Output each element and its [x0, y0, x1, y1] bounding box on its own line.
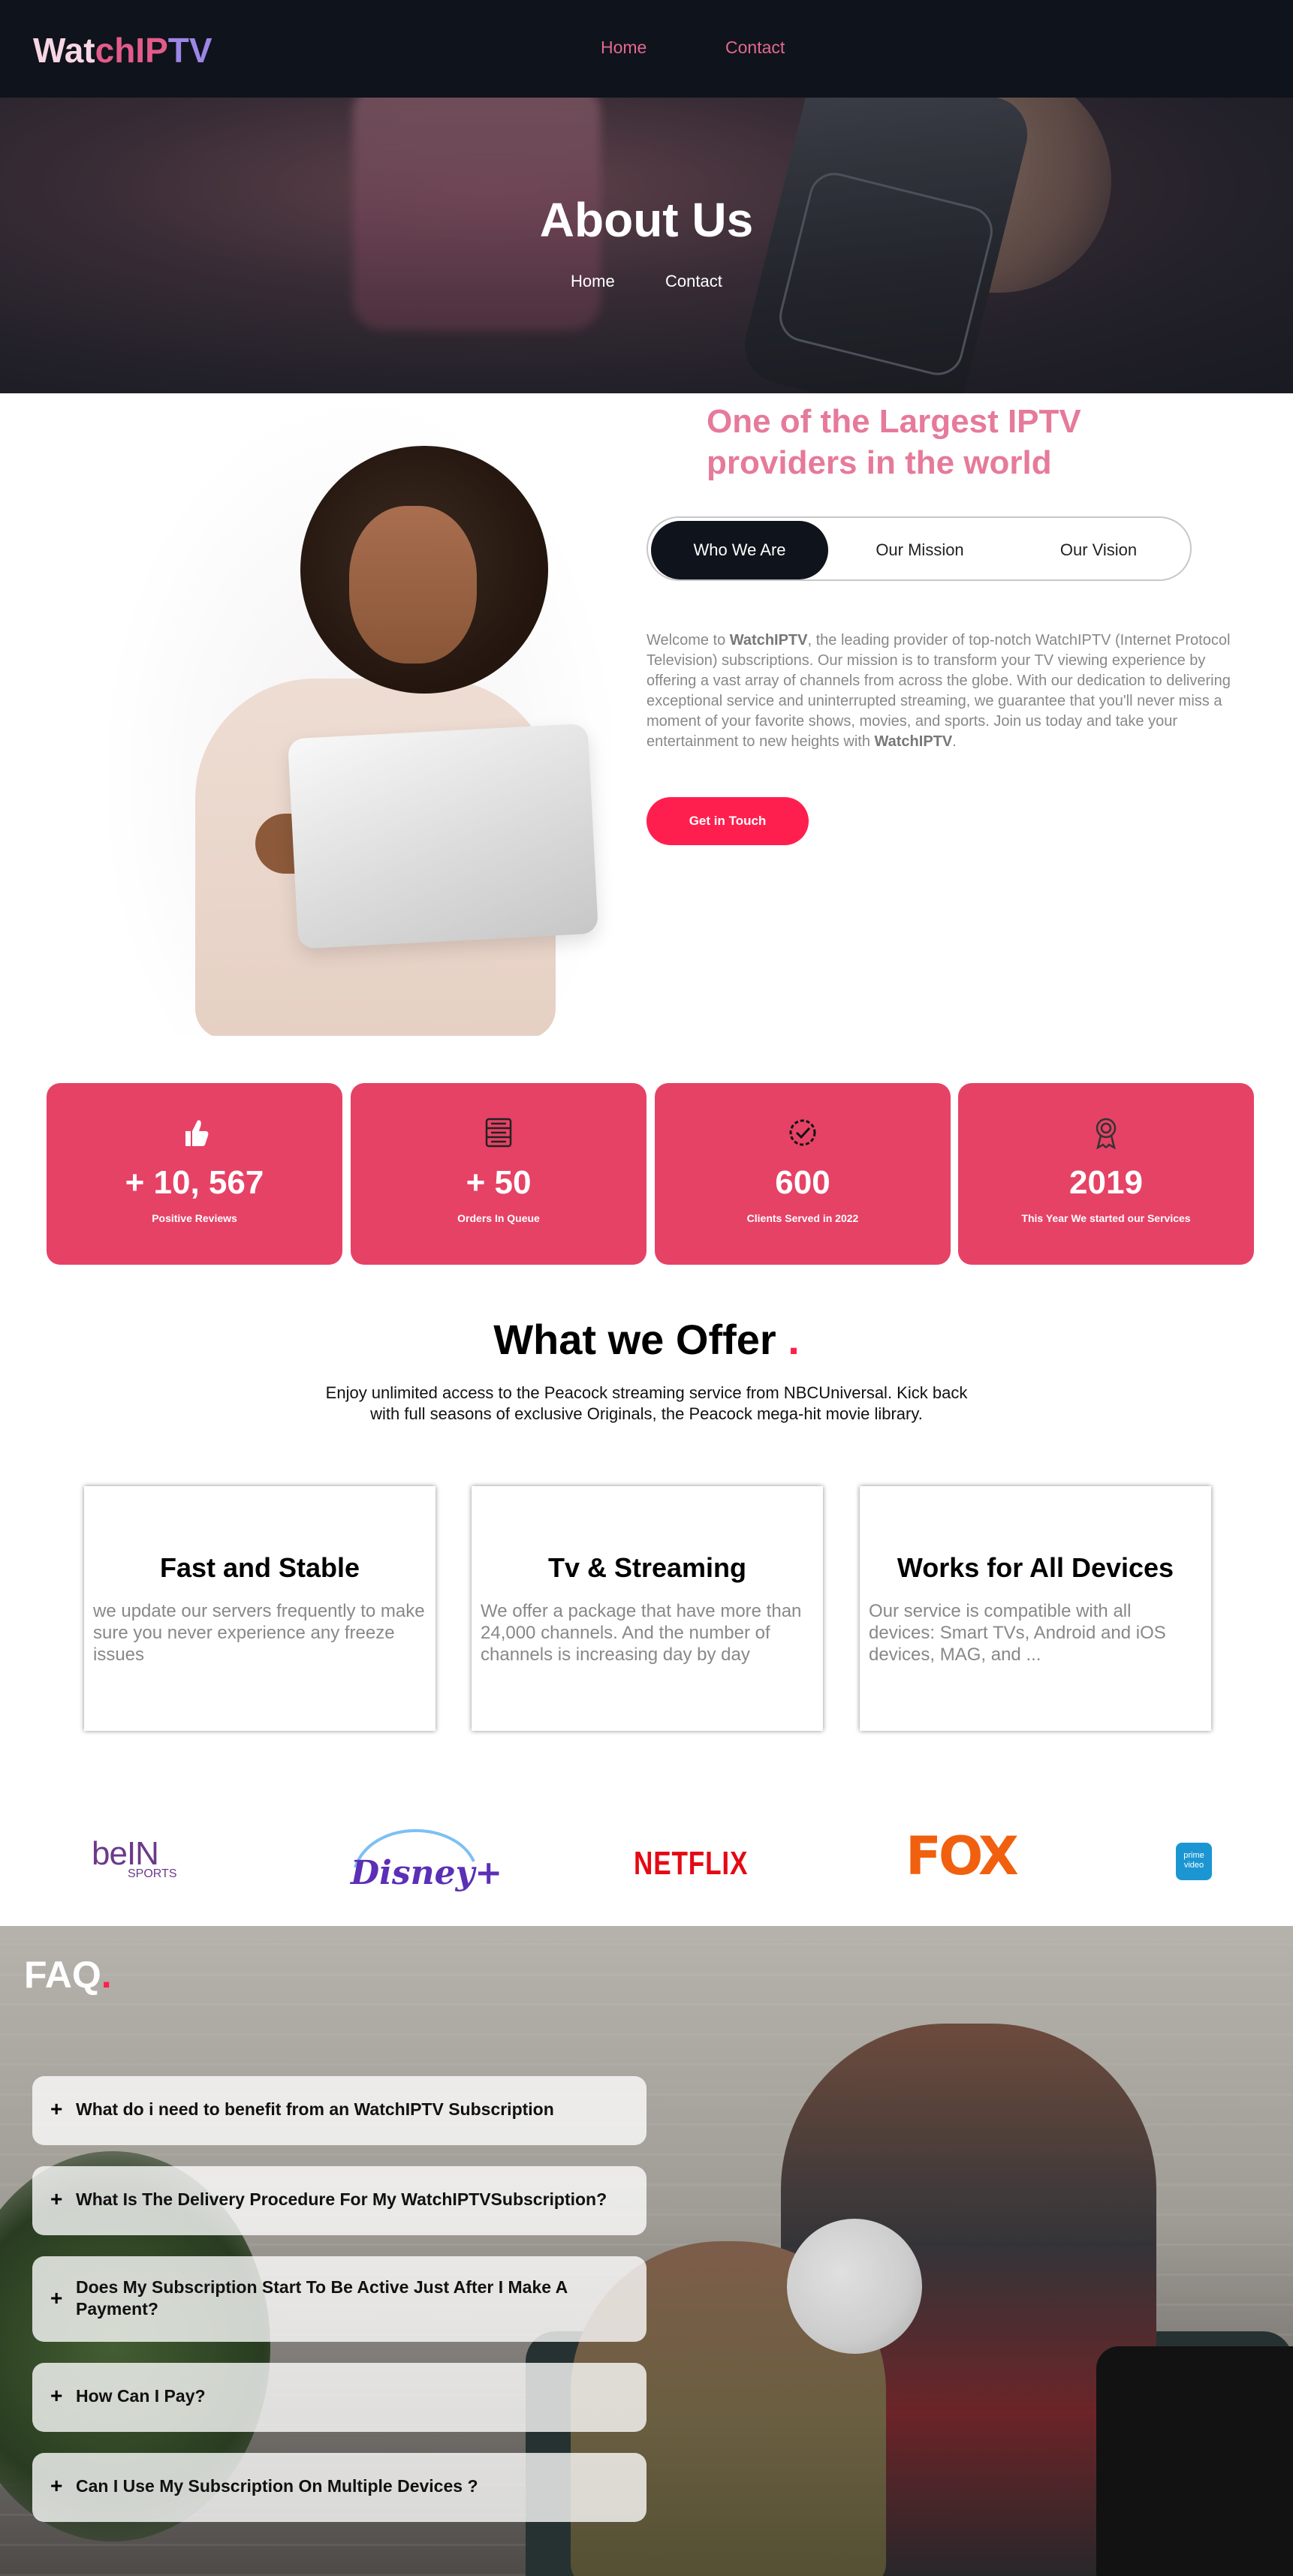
stat-value: 600: [775, 1164, 830, 1201]
logo-text-part: chIP: [95, 31, 168, 70]
disney-logo-text: Disney+: [351, 1854, 503, 1892]
plus-icon: +: [50, 2097, 63, 2120]
faq-question: What do i need to benefit from an WatchI…: [76, 2099, 554, 2119]
faq-question: How Can I Pay?: [76, 2386, 206, 2406]
logo-text-part: Wat: [33, 31, 95, 70]
stat-value: + 50: [466, 1164, 532, 1201]
faq-question: What Is The Delivery Procedure For My Wa…: [76, 2189, 607, 2209]
offer-card-text: We offer a package that have more than 2…: [481, 1601, 802, 1665]
prime-logo-text: prime: [1183, 1851, 1204, 1860]
stat-label: Orders In Queue: [457, 1212, 540, 1224]
bein-sports-logo: beIN SPORTS: [92, 1835, 189, 1884]
faq-question: Does My Subscription Start To Be Active …: [76, 2277, 568, 2319]
stat-card-orders: + 50 Orders In Queue: [351, 1083, 646, 1265]
breadcrumb-home[interactable]: Home: [571, 272, 615, 291]
faq-section: FAQ. + What do i need to benefit from an…: [0, 1926, 1293, 2576]
thumbs-up-icon: [47, 1116, 342, 1149]
server-icon: [351, 1116, 646, 1149]
about-text-segment: .: [952, 733, 957, 750]
nav-link-contact[interactable]: Contact: [725, 38, 785, 58]
award-icon: [958, 1116, 1254, 1150]
top-navbar: WatchIPTV Home Contact: [0, 0, 1293, 98]
bein-logo-text: beIN: [92, 1835, 159, 1872]
faq-item[interactable]: + Does My Subscription Start To Be Activ…: [32, 2256, 646, 2342]
disney-plus-logo: Disney+: [342, 1824, 502, 1906]
about-text-segment: Welcome to: [646, 632, 730, 649]
offer-card-text: we update our servers frequently to make…: [93, 1601, 425, 1665]
stat-card-year: 2019 This Year We started our Services: [958, 1083, 1254, 1265]
offer-card-fast-stable: Fast and Stable we update our servers fr…: [84, 1486, 436, 1731]
faq-title: FAQ.: [24, 1953, 112, 1997]
tab-our-mission[interactable]: Our Mission: [831, 521, 1008, 579]
about-brand-name: WatchIPTV: [729, 632, 808, 649]
faq-item[interactable]: + Can I Use My Subscription On Multiple …: [32, 2453, 646, 2522]
about-brand-name: WatchIPTV: [874, 733, 953, 750]
offer-section-title: What we Offer .: [0, 1315, 1293, 1364]
offer-card-title: Works for All Devices: [897, 1552, 1174, 1583]
faq-item[interactable]: + What Is The Delivery Procedure For My …: [32, 2166, 646, 2235]
stat-value: 2019: [1069, 1164, 1143, 1201]
stat-value: + 10, 567: [125, 1164, 264, 1201]
nav-link-home[interactable]: Home: [601, 38, 646, 58]
breadcrumb-contact[interactable]: Contact: [665, 272, 722, 291]
offer-card-tv-streaming: Tv & Streaming We offer a package that h…: [472, 1486, 823, 1731]
stat-label: Positive Reviews: [152, 1212, 237, 1224]
about-tabs: Who We Are Our Mission Our Vision: [646, 516, 1192, 581]
title-accent-dot: .: [101, 1954, 112, 1996]
plus-icon: +: [50, 2474, 63, 2497]
about-text-segment: , the leading provider of top-notch Watc…: [646, 632, 1231, 750]
tab-who-we-are[interactable]: Who We Are: [651, 521, 828, 579]
page-title: About Us: [539, 193, 754, 247]
stat-card-clients: 600 Clients Served in 2022: [655, 1083, 951, 1265]
offer-card-title: Tv & Streaming: [547, 1552, 747, 1583]
plus-icon: +: [50, 2286, 63, 2310]
plus-icon: +: [50, 2384, 63, 2407]
get-in-touch-button[interactable]: Get in Touch: [646, 797, 809, 845]
stat-card-reviews: + 10, 567 Positive Reviews: [47, 1083, 342, 1265]
faq-item[interactable]: + How Can I Pay?: [32, 2363, 646, 2432]
offer-subtitle: Enjoy unlimited access to the Peacock st…: [325, 1383, 968, 1423]
hero-banner: About Us Home Contact: [0, 98, 1293, 393]
faq-title-text: FAQ: [24, 1954, 101, 1996]
bein-logo-subtext: SPORTS: [128, 1867, 177, 1880]
woman-with-laptop-image: [98, 393, 623, 1036]
title-accent-dot: .: [788, 1316, 800, 1363]
faq-item[interactable]: + What do i need to benefit from an Watc…: [32, 2076, 646, 2145]
plus-icon: +: [50, 2187, 63, 2210]
offer-title-text: What we Offer: [493, 1316, 776, 1363]
netflix-logo: NETFLIX: [634, 1845, 749, 1882]
fox-logo: FOX: [906, 1825, 1019, 1887]
about-description: Welcome to WatchIPTV, the leading provid…: [646, 630, 1247, 752]
offer-card-all-devices: Works for All Devices Our service is com…: [860, 1486, 1211, 1731]
site-logo[interactable]: WatchIPTV: [33, 33, 212, 68]
prime-logo-text: video: [1183, 1861, 1204, 1870]
tab-our-vision[interactable]: Our Vision: [1010, 521, 1187, 579]
stat-label: This Year We started our Services: [1021, 1212, 1191, 1224]
stat-label: Clients Served in 2022: [746, 1212, 859, 1224]
offer-card-title: Fast and Stable: [159, 1552, 360, 1583]
prime-video-logo: prime video: [1176, 1843, 1212, 1880]
logo-text-part: TV: [167, 31, 212, 70]
verified-badge-icon: [655, 1116, 951, 1149]
offer-card-text: Our service is compatible with all devic…: [869, 1601, 1166, 1665]
about-headline: One of the Largest IPTV providers in the…: [707, 403, 1081, 481]
faq-question: Can I Use My Subscription On Multiple De…: [76, 2476, 478, 2496]
